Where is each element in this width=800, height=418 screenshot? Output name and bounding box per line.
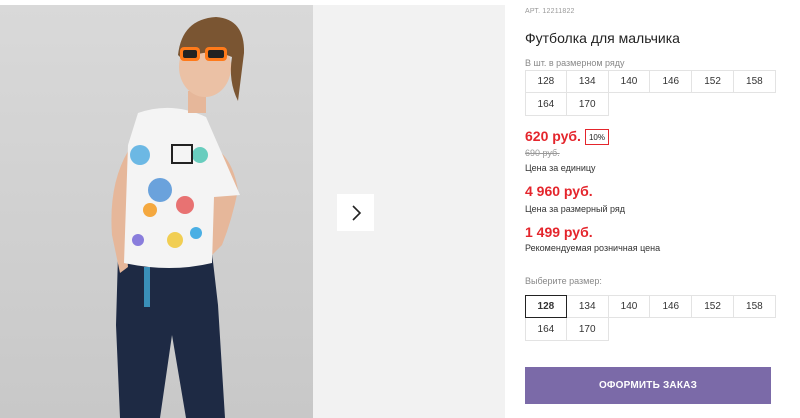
series-size-cell: 164: [525, 93, 567, 116]
series-size-cell: 140: [608, 70, 651, 93]
product-title: Футболка для мальчика: [525, 30, 680, 46]
product-sku: АРТ. 12211822: [525, 8, 575, 15]
size-option-152[interactable]: 152: [692, 295, 734, 318]
discount-badge: 10%: [585, 129, 609, 145]
series-size-cell: 170: [566, 93, 609, 116]
old-price: 690 руб.: [525, 148, 560, 158]
series-size-grid: 128 134 140 146 152 158 164 170: [525, 70, 776, 116]
place-order-button[interactable]: ОФОРМИТЬ ЗАКАЗ: [525, 367, 771, 404]
size-select-grid: 128 134 140 146 152 158 164 170: [525, 295, 776, 341]
recommended-price: 1 499 руб.: [525, 224, 593, 240]
size-option-134[interactable]: 134: [566, 295, 609, 318]
recommended-price-caption: Рекомендуемая розничная цена: [525, 243, 661, 253]
chevron-right-icon: [351, 204, 361, 221]
size-option-164[interactable]: 164: [525, 318, 567, 341]
series-caption: В шт. в размерном ряду: [525, 58, 625, 68]
row-price: 4 960 руб.: [525, 183, 593, 199]
size-option-170[interactable]: 170: [566, 318, 609, 341]
series-size-cell: 134: [566, 70, 609, 93]
size-option-146[interactable]: 146: [650, 295, 693, 318]
size-option-128[interactable]: 128: [525, 295, 567, 318]
unit-price: 620 руб.: [525, 128, 581, 144]
product-photo: [0, 5, 313, 418]
size-option-158[interactable]: 158: [733, 295, 776, 318]
size-option-140[interactable]: 140: [608, 295, 651, 318]
product-gallery: [0, 0, 505, 418]
size-select-caption: Выберите размер:: [525, 276, 602, 286]
product-photo-illustration: [111, 17, 245, 418]
series-size-cell: 158: [733, 70, 776, 93]
unit-price-caption: Цена за единицу: [525, 163, 596, 173]
product-info: АРТ. 12211822 Футболка для мальчика В шт…: [525, 0, 785, 418]
next-image-button[interactable]: [337, 194, 374, 231]
row-price-caption: Цена за размерный ряд: [525, 204, 626, 214]
series-size-cell: 128: [525, 70, 567, 93]
series-size-cell: 152: [692, 70, 734, 93]
series-size-cell: 146: [650, 70, 693, 93]
